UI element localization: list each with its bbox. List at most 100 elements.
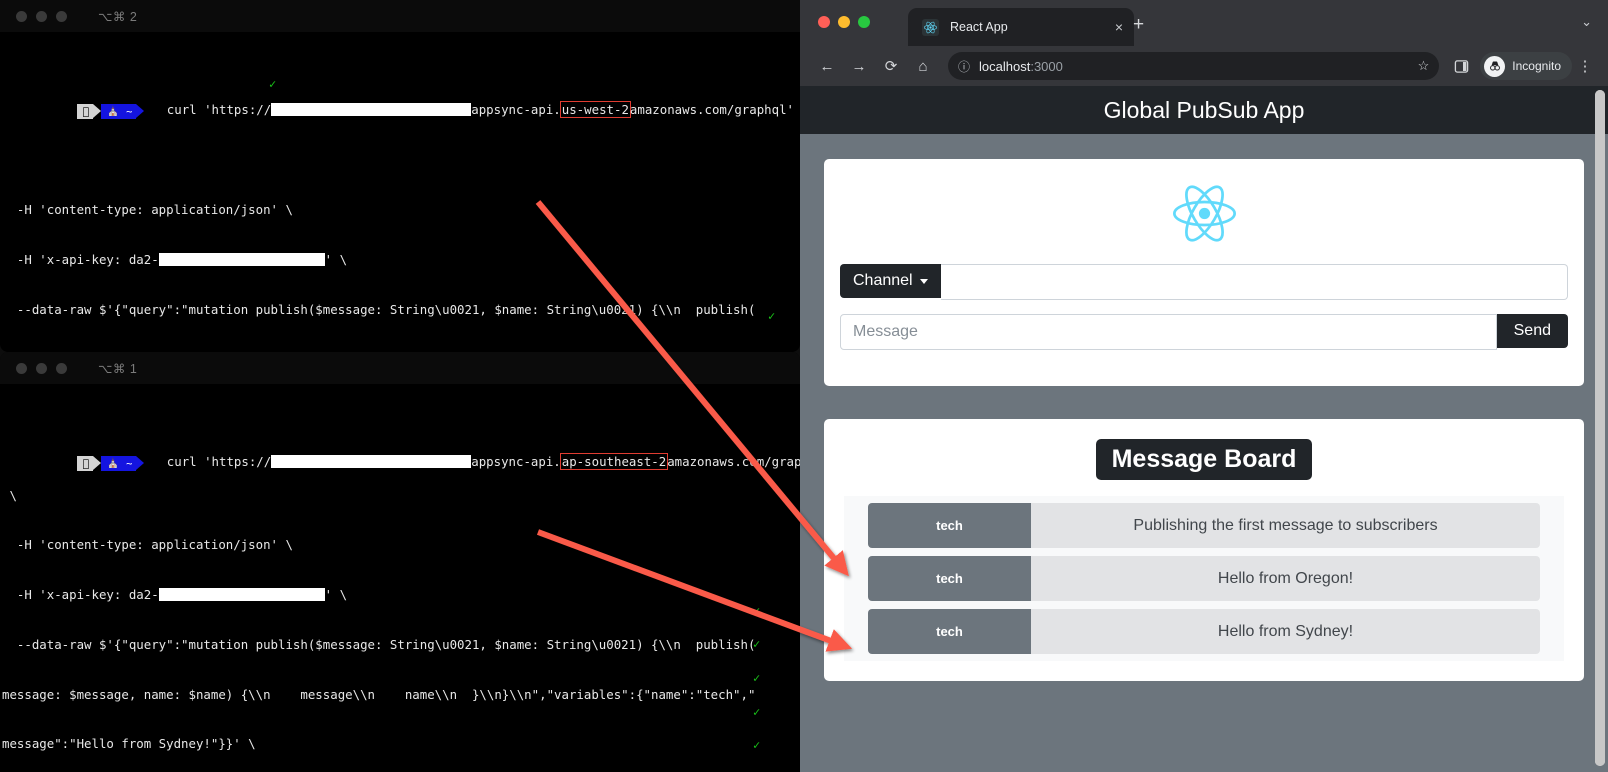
incognito-avatar-icon [1484, 55, 1506, 77]
window-zoom-button[interactable] [858, 16, 870, 28]
reload-button[interactable]: ⟳ [876, 51, 906, 81]
terminal-command-line:  ⛪~ curl 'https://appsync-api.ap-southe… [0, 438, 800, 472]
prompt-separator-icon [93, 104, 102, 119]
site-info-icon[interactable]: ⓘ [958, 58, 970, 75]
terminal-minimize-dot[interactable] [36, 10, 47, 22]
channel-row: Channel [840, 264, 1568, 300]
publish-card: Channel Message Send [824, 159, 1584, 386]
terminal-minimize-dot[interactable] [36, 362, 47, 374]
terminal-close-dot[interactable] [16, 362, 27, 374]
message-row: Message Send [840, 314, 1568, 350]
apikey-suffix: ' \ [324, 587, 348, 603]
close-icon[interactable]: × [1115, 19, 1123, 35]
shell-prompt:  ⛪ ~ [76, 456, 145, 472]
apikey-prefix: -H 'x-api-key: da2- [2, 587, 159, 603]
status-check-icon: ✓ [768, 309, 776, 323]
react-favicon-icon [922, 18, 939, 36]
list-item[interactable]: tech Publishing the first message to sub… [868, 503, 1540, 548]
profile-chip[interactable]: Incognito [1480, 52, 1572, 80]
prompt-dir: ~ [126, 105, 133, 118]
prompt-separator-icon-2 [136, 456, 145, 471]
caret-down-icon [919, 278, 928, 284]
message-text: Hello from Sydney! [1031, 609, 1540, 654]
terminal-plain-line: -H 'content-type: application/json' \ [2, 537, 293, 553]
status-check-icon: ✓ [753, 637, 761, 651]
browser-window: React App × + ⌄ ← → ⟳ ⌂ ⓘ localhost:3000… [800, 0, 1608, 772]
forward-button[interactable]: → [844, 51, 874, 81]
message-board-card: Message Board tech Publishing the first … [824, 419, 1584, 681]
terminal-title-1: ⌥⌘ 2 [98, 9, 138, 24]
status-check-icon: ✓ [753, 738, 761, 752]
terminal-plain-line: -H 'content-type: application/json' \ [2, 201, 293, 217]
shell-prompt:  ⛪ ~ [76, 104, 145, 120]
redacted-api-key [158, 252, 325, 266]
list-item[interactable]: tech Hello from Oregon! [868, 556, 1540, 601]
board-title: Message Board [1095, 439, 1313, 480]
terminal-stack: ⌥⌘ 2  ⛪~ curl 'https://appsync-api.us-w… [0, 0, 800, 772]
chevron-down-icon[interactable]: ⌄ [1581, 14, 1592, 30]
apikey-prefix: -H 'x-api-key: da2- [2, 251, 159, 267]
terminal-apikey-line: -H 'x-api-key: da2- ' \ [0, 587, 800, 604]
address-bar-url: localhost:3000 [979, 59, 1063, 74]
message-input[interactable]: Message [840, 314, 1497, 350]
terminal-window-2[interactable]: ⌥⌘ 1  ⛪~ curl 'https://appsync-api.ap-s… [0, 352, 800, 772]
message-text: Publishing the first message to subscrib… [1031, 503, 1540, 548]
status-check-icon: ✓ [269, 77, 277, 91]
home-icon: ⛪ [107, 458, 120, 470]
browser-tab-title: React App [950, 20, 1008, 34]
channel-dropdown-button[interactable]: Channel [840, 264, 941, 298]
terminal-body-2[interactable]:  ⛪~ curl 'https://appsync-api.ap-southe… [0, 384, 800, 772]
home-button[interactable]: ⌂ [908, 51, 938, 81]
bookmark-star-icon[interactable]: ☆ [1418, 58, 1430, 74]
redacted-endpoint [271, 455, 472, 469]
browser-menu-button[interactable]: ⋮ [1574, 57, 1596, 75]
message-channel-badge: tech [868, 556, 1031, 601]
prompt-dir: ~ [126, 457, 133, 470]
page-title: Global PubSub App [1103, 96, 1305, 123]
region-highlight-ap-southeast-2: ap-southeast-2 [559, 453, 669, 471]
terminal-maximize-dot[interactable] [56, 362, 67, 374]
page-scrollbar-thumb[interactable] [1595, 90, 1605, 766]
back-button[interactable]: ← [812, 51, 842, 81]
page-scrollbar-track[interactable] [1595, 90, 1605, 766]
terminal-close-dot[interactable] [16, 10, 27, 22]
apple-logo-icon:  [82, 105, 90, 119]
side-panel-icon[interactable] [1449, 54, 1473, 78]
window-close-button[interactable] [818, 16, 830, 28]
terminal-titlebar-2[interactable]: ⌥⌘ 1 [0, 352, 800, 384]
terminal-plain-line: --data-raw $'{"query":"mutation publish(… [2, 636, 756, 652]
browser-tab[interactable]: React App × [908, 8, 1134, 46]
window-controls[interactable] [818, 16, 870, 28]
react-logo-icon [840, 185, 1568, 242]
browser-toolbar: ← → ⟳ ⌂ ⓘ localhost:3000 ☆ Incognito ⋮ [800, 46, 1608, 86]
prompt-separator-icon-2 [136, 104, 145, 119]
terminal-apikey-line: -H 'x-api-key: da2- ' \ [0, 252, 800, 269]
terminal-maximize-dot[interactable] [56, 10, 67, 22]
channel-input[interactable] [940, 264, 1568, 300]
list-item[interactable]: tech Hello from Sydney! [868, 609, 1540, 654]
prompt-separator-icon [93, 456, 102, 471]
apikey-suffix: ' \ [324, 251, 348, 267]
terminal-titlebar-1[interactable]: ⌥⌘ 2 [0, 0, 800, 32]
terminal-command-line:  ⛪~ curl 'https://appsync-api.us-west-2… [0, 86, 800, 120]
message-list: tech Publishing the first message to sub… [844, 496, 1564, 661]
terminal-plain-line: --data-raw $'{"query":"mutation publish(… [2, 301, 756, 317]
browser-tabstrip: React App × + ⌄ [800, 0, 1608, 46]
screenshot-root: ⌥⌘ 2  ⛪~ curl 'https://appsync-api.us-w… [0, 0, 1608, 772]
window-minimize-button[interactable] [838, 16, 850, 28]
url-port: :3000 [1030, 58, 1063, 74]
home-icon: ⛪ [107, 106, 120, 118]
send-button[interactable]: Send [1496, 314, 1568, 348]
status-check-icon: ✓ [753, 705, 761, 719]
app-header: Global PubSub App [800, 86, 1608, 134]
new-tab-button[interactable]: + [1133, 14, 1144, 36]
channel-dropdown-label: Channel [853, 272, 913, 289]
profile-label: Incognito [1512, 59, 1561, 73]
apple-logo-icon:  [82, 457, 90, 471]
terminal-plain-line: \ [2, 487, 17, 503]
page-viewport: Global PubSub App Channel Message Send M… [800, 86, 1608, 772]
address-bar[interactable]: ⓘ localhost:3000 ☆ [948, 52, 1440, 80]
terminal-body-1[interactable]:  ⛪~ curl 'https://appsync-api.us-west-2… [0, 32, 800, 352]
terminal-window-1[interactable]: ⌥⌘ 2  ⛪~ curl 'https://appsync-api.us-w… [0, 0, 800, 352]
